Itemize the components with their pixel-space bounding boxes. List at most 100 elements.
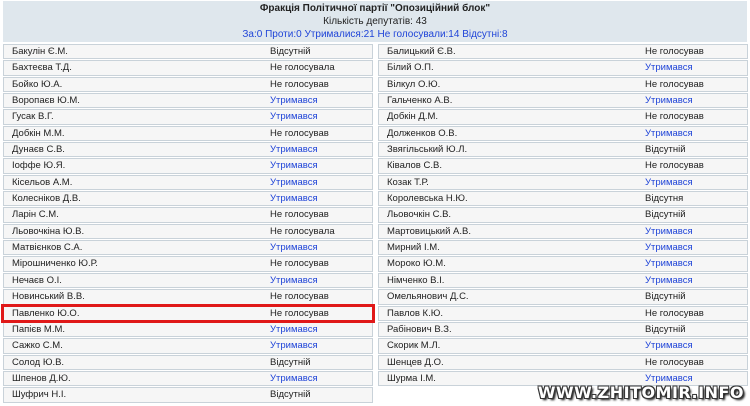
- deputy-name: Шуфрич Н.І.: [12, 389, 67, 401]
- table-row: Бахтеєва Т.Д. Не голосувала: [3, 60, 373, 76]
- table-row: Павленко Ю.О. Не голосував: [1, 303, 375, 323]
- table-row: Воропаєв Ю.М. Утримався: [3, 93, 373, 109]
- vote-result: Утримався: [645, 258, 693, 270]
- table-row: Вілкул О.Ю. Не голосував: [378, 76, 748, 93]
- table-row: Ларін С.М. Не голосував: [3, 207, 373, 223]
- deputy-name: Дунаєв С.В.: [12, 144, 65, 156]
- deputy-name: Мартовицький А.В.: [387, 225, 472, 237]
- vote-result: Утримався: [645, 62, 693, 74]
- table-row: Рабінович В.З. Відсутній: [378, 321, 748, 338]
- deputy-name: Павлов К.Ю.: [387, 307, 443, 319]
- deputy-name: Шенцев Д.О.: [387, 356, 444, 368]
- vote-result: Відсутній: [645, 209, 686, 221]
- vote-result: Відсутній: [645, 291, 686, 303]
- vote-result: Не голосував: [645, 78, 704, 90]
- table-row: Гусак В.Г. Утримався: [3, 109, 373, 125]
- vote-result: Утримався: [270, 340, 318, 352]
- table-row: Козак Т.Р. Утримався: [378, 174, 748, 191]
- table-row: Льовочкіна Ю.В. Не голосувала: [3, 223, 373, 240]
- vote-result: Не голосував: [270, 78, 329, 90]
- table-row: Солод Ю.В. Відсутній: [3, 354, 373, 370]
- deputy-name: Воропаєв Ю.М.: [12, 95, 80, 107]
- vote-result: Утримався: [645, 95, 693, 107]
- table-row: Ківалов С.В. Не голосував: [378, 158, 748, 174]
- table-row: Папієв М.М. Утримався: [3, 321, 373, 338]
- right-column: Балицький Є.В. Не голосував Білий О.П. Утри…: [378, 44, 748, 387]
- deputy-name: Балицький Є.В.: [387, 46, 456, 57]
- table-row: Добкін Д.М. Не голосував: [378, 109, 748, 125]
- table-row: Мороко Ю.М. Утримався: [378, 256, 748, 272]
- table-row: Колесніков Д.В. Утримався: [3, 191, 373, 207]
- deputy-name: Матвієнков С.А.: [12, 242, 83, 254]
- vote-stats: За:0 Проти:0 Утрималися:21 Не голосували…: [242, 29, 508, 40]
- table-row: Нечаєв О.І. Утримався: [3, 272, 373, 289]
- table-row: Матвієнков С.А. Утримався: [3, 240, 373, 256]
- deputy-name: Білий О.П.: [387, 62, 434, 74]
- deputy-name: Звягільський Ю.Л.: [387, 144, 468, 156]
- vote-result: Не голосував: [270, 209, 329, 221]
- vote-result: Утримався: [270, 144, 318, 156]
- table-row: Іоффе Ю.Я. Утримався: [3, 158, 373, 174]
- deputy-count: Кількість депутатів: 43: [323, 16, 427, 27]
- table-row: Шуфрич Н.І. Відсутній: [3, 387, 373, 403]
- deputy-name: Добкін М.М.: [12, 127, 65, 139]
- deputy-name: Шпенов Д.Ю.: [12, 372, 71, 384]
- vote-result: Утримався: [270, 95, 318, 107]
- deputy-name: Мирний І.М.: [387, 242, 440, 254]
- deputy-name: Вілкул О.Ю.: [387, 78, 441, 90]
- deputy-name: Іоффе Ю.Я.: [12, 160, 66, 172]
- faction-title: Фракція Політичної партії "Опозиційний б…: [259, 3, 491, 14]
- deputy-name: Королевська Н.Ю.: [387, 193, 468, 205]
- deputy-name: Мороко Ю.М.: [387, 258, 446, 270]
- vote-result: Утримався: [645, 127, 693, 139]
- table-row: Бойко Ю.А. Не голосував: [3, 76, 373, 93]
- deputy-name: Гусак В.Г.: [12, 111, 54, 123]
- deputy-name: Рабінович В.З.: [387, 323, 452, 335]
- table-row: Павлов К.Ю. Не голосував: [378, 305, 748, 321]
- table-row: Омельянович Д.С. Відсутній: [378, 289, 748, 305]
- vote-result: Утримався: [645, 274, 693, 286]
- left-column: Бакулін Є.М. Відсутній Бахтеєва Т.Д. Не гол…: [1, 44, 375, 404]
- deputy-name: Нечаєв О.І.: [12, 274, 62, 286]
- table-row: Балицький Є.В. Не голосував: [378, 44, 748, 60]
- vote-result: Утримався: [270, 193, 318, 205]
- vote-result: Не голосував: [645, 160, 704, 172]
- table-row: Звягільський Ю.Л. Відсутній: [378, 142, 748, 158]
- deputy-name: Колесніков Д.В.: [12, 193, 81, 205]
- deputy-name: Ківалов С.В.: [387, 160, 442, 172]
- table-row: Королевська Н.Ю. Відсутня: [378, 191, 748, 207]
- vote-result: Не голосував: [645, 46, 704, 57]
- vote-result: Не голосував: [270, 127, 329, 139]
- vote-result: Відсутній: [645, 144, 686, 156]
- table-row: Бакулін Є.М. Відсутній: [3, 44, 373, 60]
- table-row: Мирний І.М. Утримався: [378, 240, 748, 256]
- vote-result: Утримався: [270, 274, 318, 286]
- vote-result: Не голосував: [270, 307, 329, 319]
- vote-result: Не голосувала: [270, 62, 335, 74]
- vote-result: Не голосував: [270, 291, 329, 303]
- deputy-name: Бахтеєва Т.Д.: [12, 62, 72, 74]
- vote-result: Утримався: [645, 340, 693, 352]
- deputy-name: Бакулін Є.М.: [12, 46, 68, 57]
- vote-result: Відсутній: [270, 356, 311, 368]
- vote-result: Утримався: [270, 176, 318, 188]
- table-row: Добкін М.М. Не голосував: [3, 125, 373, 142]
- table-row: Новинський В.В. Не голосував: [3, 289, 373, 305]
- table-row: Гальченко А.В. Утримався: [378, 93, 748, 109]
- vote-result: Утримався: [270, 372, 318, 384]
- vote-result: Не голосувала: [270, 225, 335, 237]
- deputy-name: Папієв М.М.: [12, 323, 66, 335]
- vote-result: Відсутня: [645, 193, 684, 205]
- table-row: Скорик М.Л. Утримався: [378, 338, 748, 354]
- deputy-name: Новинський В.В.: [12, 291, 85, 303]
- vote-result: Не голосував: [270, 258, 329, 270]
- vote-result: Утримався: [270, 323, 318, 335]
- deputy-name: Добкін Д.М.: [387, 111, 439, 123]
- deputy-name: Сажко С.М.: [12, 340, 63, 352]
- vote-result: Не голосував: [645, 356, 704, 368]
- deputy-name: Ларін С.М.: [12, 209, 59, 221]
- vote-result: Не голосував: [645, 111, 704, 123]
- table-row: Білий О.П. Утримався: [378, 60, 748, 76]
- table-row: Німченко В.І. Утримався: [378, 272, 748, 289]
- table-row: Долженков О.В. Утримався: [378, 125, 748, 142]
